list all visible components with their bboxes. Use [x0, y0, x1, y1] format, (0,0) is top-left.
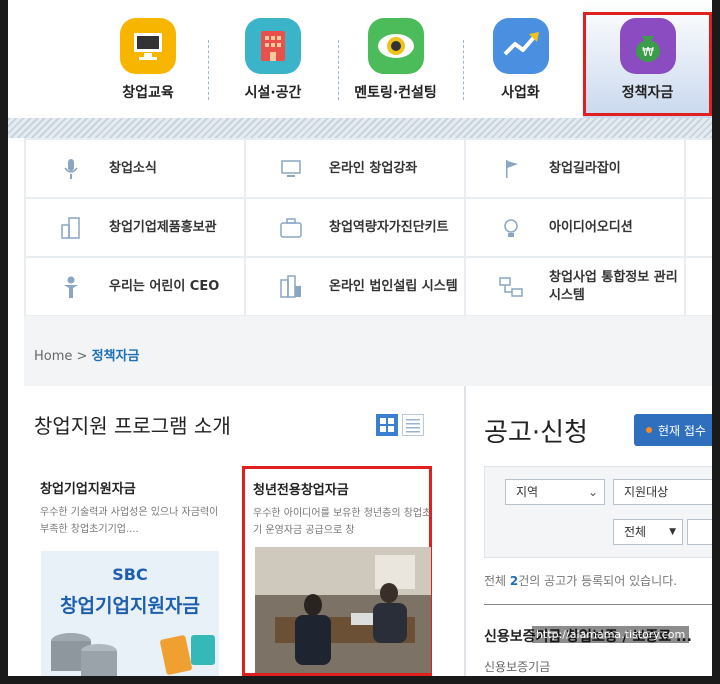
program-card[interactable]: 창업기업지원자금 우수한 기술력과 사업성은 있으나 자금력이 부족한 창업초기…: [30, 466, 220, 676]
quick-menu-item[interactable]: 창업길라잡이: [466, 140, 684, 197]
program-card-desc: 우수한 아이디어를 보유한 청년층의 창업초기 운영자금 공급으로 창: [253, 508, 432, 536]
quick-menu-item[interactable]: 창업소식: [26, 140, 244, 197]
program-card-title: 청년전용창업자금: [253, 483, 349, 498]
total-count-text: 전체 2건의 공고가 등록되어 있습니다.: [484, 574, 678, 588]
eye-icon: [367, 18, 424, 74]
quick-menu-item-partial: [686, 140, 712, 197]
breadcrumb: Home > 정책자금: [34, 345, 139, 364]
meeting-photo: [255, 547, 431, 673]
category-commercialization[interactable]: 사업화: [443, 0, 598, 118]
grid-view-button[interactable]: [376, 414, 398, 436]
list-view-button[interactable]: [402, 414, 424, 436]
breadcrumb-home[interactable]: Home: [34, 349, 72, 364]
quick-menu-item[interactable]: 창업사업 통합정보 관리시스템: [466, 258, 684, 315]
growth-chart-icon: [492, 18, 549, 74]
category-nav: 창업교육 시설·공간 멘토링·컨설팅 사업화 ₩ 정책자금: [8, 0, 712, 118]
watermark: http://alamama.tistory.com: [532, 626, 690, 643]
program-panel-title: 창업지원 프로그램 소개: [34, 414, 231, 438]
filter-box: 지역 ⌄ 지원대상 전체 ▼: [484, 466, 712, 558]
program-card-desc: 우수한 기술력과 사업성은 있으나 자금력이 부족한 창업초기기업....: [40, 507, 219, 535]
category-select[interactable]: 전체 ▼: [613, 519, 683, 545]
orange-dot-icon: [646, 427, 652, 433]
breadcrumb-current: 정책자금: [91, 349, 140, 364]
svg-text:₩: ₩: [642, 45, 654, 59]
category-label: 사업화: [501, 85, 540, 101]
chevron-down-icon: ⌄: [587, 485, 598, 499]
list-divider: [484, 604, 712, 605]
notice-item-org: 신용보증기금: [484, 660, 551, 674]
city-icon: [278, 274, 304, 300]
building-icon: [245, 18, 301, 74]
lightbulb-icon: [498, 215, 524, 241]
quick-menu-item[interactable]: 온라인 창업강좌: [246, 140, 464, 197]
category-label: 정책자금: [621, 85, 674, 101]
quick-menu-item[interactable]: 우리는 어린이 CEO: [26, 258, 244, 315]
building-icon: [58, 215, 84, 241]
microphone-icon: [58, 156, 84, 182]
breadcrumb-bar: Home > 정책자금: [24, 316, 712, 386]
program-card-highlighted[interactable]: 청년전용창업자금 우수한 아이디어를 보유한 청년층의 창업초기 운영자금 공급…: [242, 466, 432, 676]
quick-menu-item[interactable]: 온라인 법인설립 시스템: [246, 258, 464, 315]
quick-menu-item[interactable]: 아이디어오디션: [466, 199, 684, 256]
category-policy-fund[interactable]: ₩ 정책자금: [583, 0, 712, 118]
money-bag-icon: ₩: [619, 18, 676, 74]
program-banner-image: SBC 창업기업지원자금: [41, 551, 219, 676]
keyword-input[interactable]: [687, 519, 712, 545]
page-frame: 창업교육 시설·공간 멘토링·컨설팅 사업화 ₩ 정책자금 창업소식 온라인 창…: [8, 0, 712, 676]
program-card-title: 창업기업지원자금: [40, 482, 136, 497]
breadcrumb-separator: >: [76, 349, 88, 364]
network-icon: [498, 274, 524, 300]
quick-menu-item-partial: [686, 199, 712, 256]
quick-menu-item[interactable]: 창업역량자가진단키트: [246, 199, 464, 256]
banner-brand: SBC: [112, 565, 148, 584]
monitor-icon: [120, 18, 176, 74]
quick-menu-item-partial: [686, 258, 712, 315]
triangle-down-icon: ▼: [669, 527, 676, 537]
quick-menu-item[interactable]: 창업기업제품홍보관: [26, 199, 244, 256]
child-icon: [58, 274, 84, 300]
monitor-icon: [278, 156, 304, 182]
banner-title: 창업기업지원자금: [60, 595, 200, 617]
current-applications-button[interactable]: 현재 접수: [634, 414, 712, 446]
program-panel: 창업지원 프로그램 소개 창업기업지원자금 우수한 기술력과 사업성은 있으나 …: [24, 386, 456, 676]
decorative-stripe: [8, 118, 712, 138]
region-select[interactable]: 지역 ⌄: [505, 479, 605, 505]
target-select[interactable]: 지원대상: [613, 479, 712, 505]
notices-title: 공고·신청: [484, 418, 588, 448]
quick-menu-grid: 창업소식 온라인 창업강좌 창업길라잡이 창업기업제품홍보관 창업역량자가진단키…: [24, 138, 712, 316]
flag-icon: [498, 156, 524, 182]
coins-illustration: [51, 633, 215, 676]
toolkit-icon: [278, 215, 304, 241]
